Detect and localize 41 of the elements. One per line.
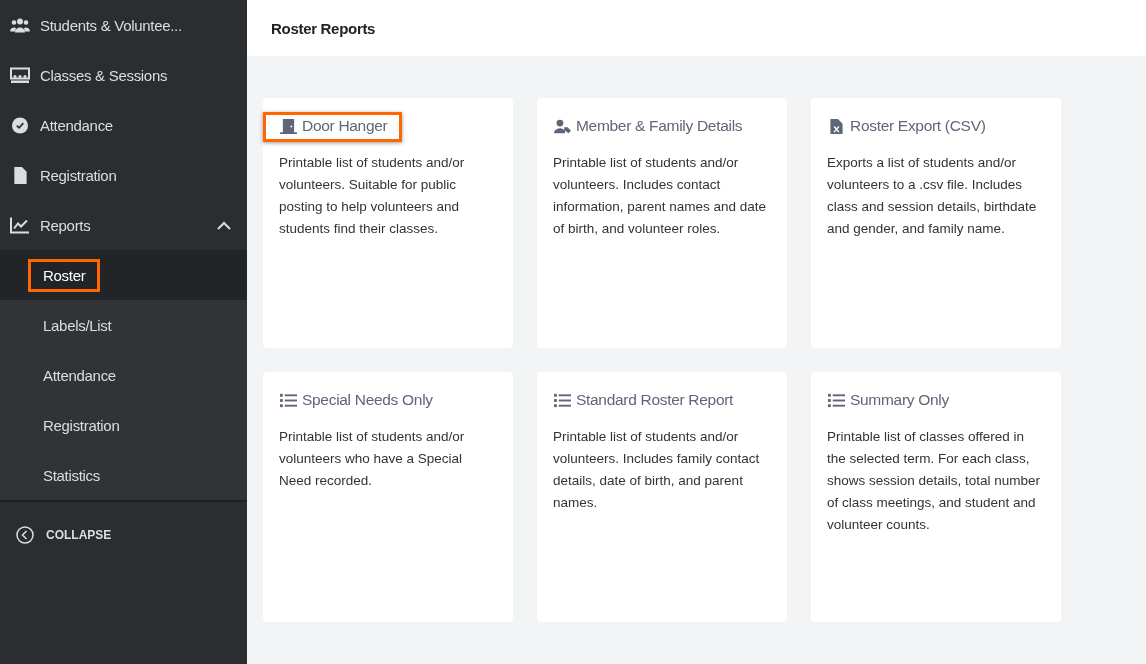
report-description: Printable list of classes offered in the selected term. For each class, shows session details, total number of class meetings, and student and volunteer counts. xyxy=(827,428,1042,534)
nav-item[interactable]: Classes & Sessions xyxy=(0,50,247,100)
report-link[interactable]: Roster Export (CSV) xyxy=(811,112,1001,142)
check-circle-icon xyxy=(10,116,30,134)
report-link[interactable]: Standard Roster Report xyxy=(537,386,749,416)
report-link[interactable]: Member & Family Details xyxy=(537,112,758,142)
users-icon xyxy=(10,16,30,34)
chevron-icon[interactable] xyxy=(217,220,231,230)
submenu-label: Labels/List xyxy=(42,315,113,336)
submenu-item[interactable]: Labels/List xyxy=(0,300,247,350)
list-icon xyxy=(828,392,845,408)
submenu-item[interactable]: Registration xyxy=(0,400,247,450)
collapse-link[interactable]: COLLAPSE xyxy=(46,528,112,542)
report-description: Printable list of students and/or volunteers. Suitable for public posting to help volunteers and students find their classes. xyxy=(279,154,466,238)
nav-item[interactable]: Attendance xyxy=(0,100,247,150)
submenu-item[interactable]: Roster xyxy=(0,250,247,300)
report-description: Exports a list of students and/or volunteers to a .csv file. Includes class and session details, birthdate and gender, and family name. xyxy=(827,154,1038,238)
report-link[interactable]: Summary Only xyxy=(811,386,964,416)
report-description: Printable list of students and/or volunteers. Includes contact information, parent names and date of birth, and volunteer roles. xyxy=(553,154,768,238)
submenu-label: Roster xyxy=(28,258,101,292)
submenu-label: Statistics xyxy=(42,465,101,486)
nav-item[interactable]: Reports xyxy=(0,200,247,250)
page-title: Roster Reports xyxy=(271,19,376,37)
classroom-icon xyxy=(10,66,30,84)
report-link[interactable]: Special Needs Only xyxy=(263,386,448,416)
submenu-item[interactable]: Statistics xyxy=(0,450,247,500)
report-link[interactable]: Door Hanger xyxy=(263,112,403,142)
submenu-item[interactable]: Attendance xyxy=(0,350,247,400)
report-description: Printable list of students and/or volunteers who have a Special Need recorded. xyxy=(279,428,466,490)
collapse-icon[interactable] xyxy=(16,526,34,544)
submenu-label: Attendance xyxy=(42,365,117,386)
door-icon xyxy=(280,118,297,134)
list-icon xyxy=(280,392,297,408)
csv-file-icon xyxy=(828,118,845,134)
nav-item[interactable]: Students & Voluntee... xyxy=(0,0,247,50)
line-chart-icon xyxy=(10,216,30,234)
report-description: Printable list of students and/or volunteers. Includes family contact details, date of birth, and parent names. xyxy=(553,428,761,512)
submenu-label: Registration xyxy=(42,415,121,436)
list-icon xyxy=(554,392,571,408)
user-tag-icon xyxy=(554,118,571,134)
nav-item[interactable]: Registration xyxy=(0,150,247,200)
